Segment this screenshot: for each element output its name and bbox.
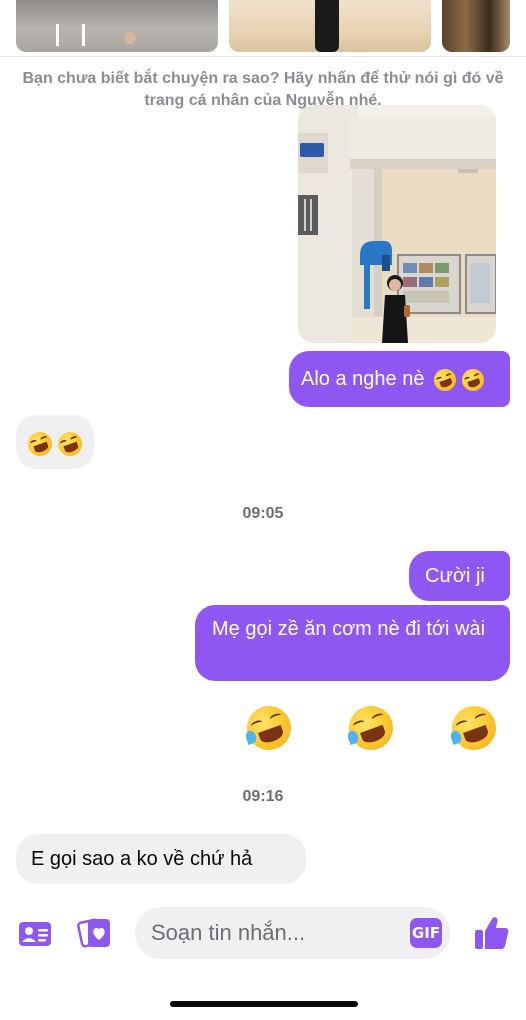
message-text: E gọi sao a ko về chứ hả <box>31 848 253 870</box>
message-bubble-outgoing[interactable]: Mẹ gọi zề ăn cơm nè đi tới wài <box>195 605 510 681</box>
message-bubble-outgoing[interactable]: Alo a nghe nè <box>289 351 510 407</box>
message-text: Alo a nghe nè <box>301 368 425 390</box>
timestamp: 09:16 <box>242 788 284 805</box>
rofl-emoji-icon <box>430 365 460 394</box>
gif-button[interactable]: GIF <box>410 918 442 948</box>
media-thumbnail[interactable] <box>442 0 510 52</box>
chair-leg <box>82 24 85 46</box>
rofl-emoji-icon <box>54 428 85 460</box>
thumbs-up-icon <box>475 917 509 949</box>
sticker-icon <box>77 918 110 948</box>
rofl-emoji-icon <box>240 699 298 757</box>
person-figure <box>315 0 339 52</box>
message-bubble-incoming[interactable] <box>16 415 94 469</box>
photo-image <box>298 105 496 343</box>
message-bubble-outgoing[interactable]: Cười ji <box>409 551 510 601</box>
divider <box>0 56 526 57</box>
media-thumbnail[interactable] <box>16 0 218 52</box>
home-indicator <box>170 1001 358 1007</box>
emoji-message[interactable] <box>240 699 510 757</box>
chair-leg <box>56 24 59 46</box>
rofl-emoji-icon <box>343 699 400 757</box>
rofl-emoji-icon <box>445 699 503 757</box>
media-thumbnail[interactable] <box>229 0 431 52</box>
like-button[interactable] <box>472 914 510 952</box>
timestamp: 09:05 <box>242 505 284 522</box>
message-input-placeholder: Soạn tin nhắn... <box>151 920 306 945</box>
message-bubble-incoming[interactable]: E gọi sao a ko về chứ hả <box>16 834 306 884</box>
rofl-emoji-icon <box>24 428 56 460</box>
foot <box>124 32 136 44</box>
message-text: Cười ji <box>425 565 485 587</box>
photo-message[interactable] <box>298 105 496 343</box>
rofl-emoji-icon <box>458 365 487 394</box>
message-text: Mẹ gọi zề ăn cơm nè đi tới wài <box>212 618 486 640</box>
contact-card-icon <box>19 922 51 946</box>
contact-card-button[interactable] <box>18 919 52 949</box>
sticker-button[interactable] <box>77 915 113 951</box>
